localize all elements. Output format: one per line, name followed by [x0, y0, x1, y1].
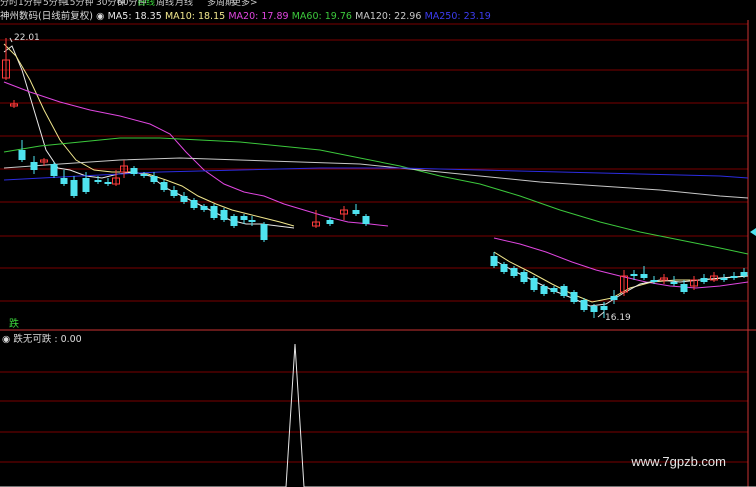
high-annotation: 22.01 — [14, 33, 40, 43]
candle-body — [590, 306, 598, 312]
price-chart: 22.01 16.19 跌 — [0, 20, 756, 487]
candle-body — [670, 282, 678, 284]
tab-weekly[interactable]: 周线 — [156, 0, 174, 8]
tab-fenshi[interactable]: 分时 — [0, 0, 18, 8]
low-annotation: 16.19 — [605, 313, 631, 323]
candle-body — [630, 274, 638, 276]
candle-body — [220, 210, 228, 220]
watermark: www.7gpzb.com — [631, 454, 726, 469]
ma-line — [3, 137, 749, 255]
sub-indicator-legend: ◉ 跌无可跌 : 0.00 — [2, 331, 82, 345]
candle-body — [140, 174, 148, 176]
candle-body — [530, 278, 538, 290]
candle-body — [160, 182, 168, 190]
candle-body — [150, 176, 158, 182]
candle-body — [560, 286, 568, 296]
ma60-legend: MA60: 19.76 — [291, 11, 352, 22]
candle-body — [82, 178, 90, 192]
candle-body — [260, 224, 268, 240]
stock-name: 神州数码(日线前复权) — [0, 11, 93, 22]
candle-body — [680, 284, 688, 292]
tab-more[interactable]: 更多> — [232, 0, 258, 8]
candle-body — [570, 292, 578, 302]
candle-body — [580, 300, 588, 310]
candle-body — [70, 180, 78, 196]
candle-body — [640, 274, 648, 278]
low-arrow — [597, 311, 605, 318]
sub-indicator-label: 跌无可跌 : 0.00 — [13, 334, 82, 345]
period-toolbar: 分时 1分钟 5分钟 15分钟 30分钟 60分钟 日线 周线 月线 多周期 更… — [0, 0, 756, 8]
candle-body — [510, 268, 518, 276]
candle-body — [50, 164, 58, 176]
candle-body — [362, 216, 370, 224]
candle-body — [700, 278, 708, 282]
candle-body — [720, 278, 728, 280]
candle-body — [490, 256, 498, 266]
candles — [2, 37, 748, 318]
current-price-marker — [750, 228, 756, 236]
candle-body — [180, 196, 188, 202]
signal-text: 跌 — [9, 317, 19, 330]
candle-body — [200, 206, 208, 210]
candle-body — [610, 296, 618, 300]
candle-body — [230, 216, 238, 226]
ma-legend: 神州数码(日线前复权) ◉ MA5: 18.35 MA10: 18.15 MA2… — [0, 8, 756, 22]
candle-body — [190, 200, 198, 208]
candle-body — [248, 220, 256, 222]
candle-body — [30, 162, 38, 170]
candle-body — [540, 286, 548, 294]
sub-settings-icon[interactable]: ◉ — [2, 334, 10, 345]
tab-15min[interactable]: 15分钟 — [64, 0, 93, 8]
ma120-legend: MA120: 22.96 — [355, 11, 422, 22]
candle-body — [94, 180, 102, 182]
candle-body — [130, 168, 138, 174]
candle-body — [730, 276, 738, 278]
tab-daily[interactable]: 日线 — [137, 0, 155, 8]
candle-body — [550, 288, 558, 292]
ma10-legend: MA10: 18.15 — [164, 11, 226, 22]
ma5-legend: MA5: 18.35 — [107, 11, 162, 22]
tab-1min[interactable]: 1分钟 — [18, 0, 42, 8]
candle-body — [240, 216, 248, 220]
candle-body — [600, 306, 608, 310]
ma20-legend: MA20: 17.89 — [228, 11, 289, 22]
candle-body — [520, 272, 528, 282]
candle-body — [326, 220, 334, 224]
settings-icon[interactable]: ◉ — [96, 11, 104, 22]
grid-lines — [0, 20, 756, 487]
candle-body — [170, 190, 178, 196]
candle-body — [18, 150, 26, 160]
candle-body — [650, 280, 658, 282]
candle-body — [500, 264, 508, 272]
candle-body — [352, 210, 360, 214]
candle-body — [210, 206, 218, 218]
ma-line — [3, 45, 295, 229]
tab-multi[interactable]: 多周期 — [207, 0, 234, 8]
candle-body — [740, 272, 748, 276]
tab-monthly[interactable]: 月线 — [175, 0, 193, 8]
candle-body — [104, 182, 112, 184]
candle-body — [60, 178, 68, 184]
ma250-legend: MA250: 23.19 — [424, 11, 491, 22]
ma-line — [3, 43, 295, 227]
